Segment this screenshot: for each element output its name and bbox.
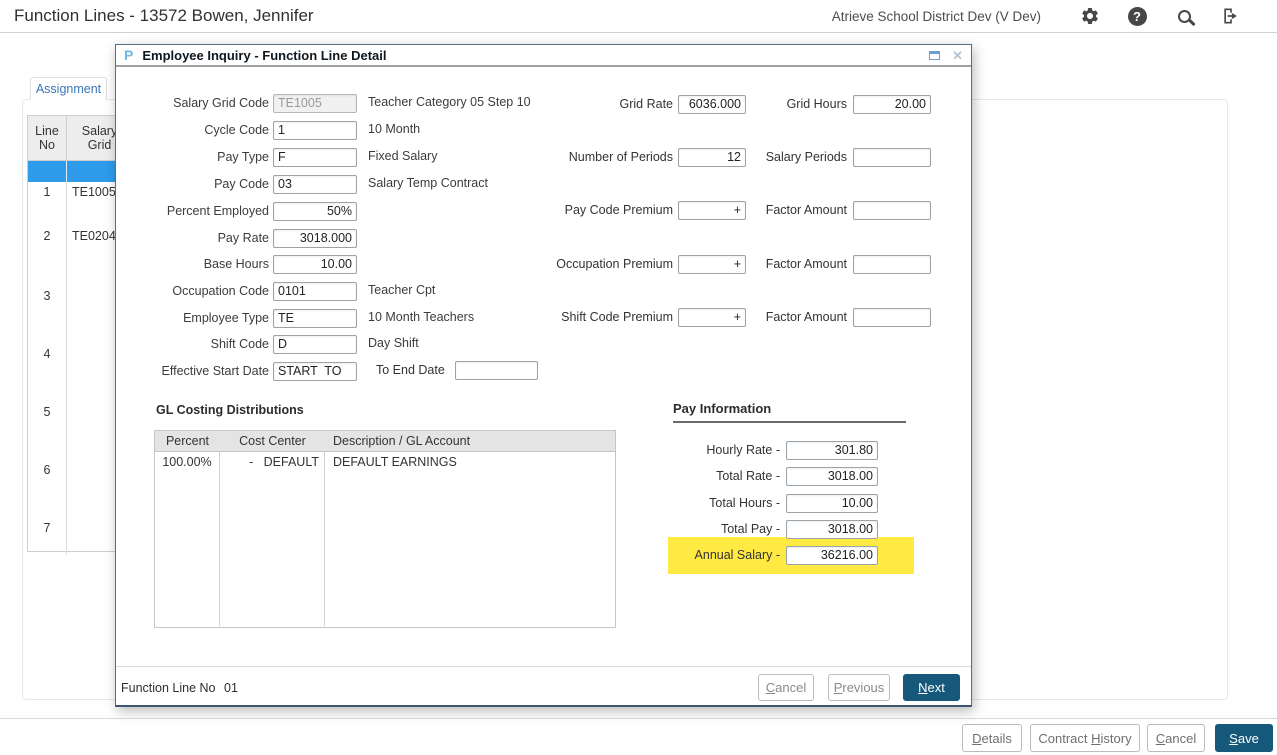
modal-footer-divider (116, 666, 971, 667)
base-hours-input[interactable] (273, 255, 357, 274)
cycle-code-input[interactable] (273, 121, 357, 140)
field-occupation-code: Occupation Code Teacher Cpt (124, 281, 764, 301)
pay-code-input[interactable] (273, 175, 357, 194)
end-date-input[interactable] (455, 361, 538, 380)
cancel-button[interactable]: Cancel (758, 674, 814, 701)
pay-rate-input[interactable] (273, 229, 357, 248)
number-of-periods-input[interactable] (678, 148, 746, 167)
factor-amount-input[interactable] (853, 308, 931, 327)
details-button[interactable]: Details (962, 724, 1022, 752)
field-hourly-rate: Hourly Rate - (668, 440, 918, 460)
shift-code-premium-input[interactable] (678, 308, 746, 327)
app-logo-icon: P (124, 47, 133, 63)
salary-grid-code-input[interactable] (273, 94, 357, 113)
total-rate-input[interactable] (786, 467, 878, 486)
save-button[interactable]: Save (1215, 724, 1273, 752)
previous-button[interactable]: Previous (828, 674, 890, 701)
col-header-line-no: LineNo (28, 116, 67, 160)
grid-hours-input[interactable] (853, 95, 931, 114)
annual-salary-input[interactable] (786, 546, 878, 565)
field-pay-rate: Pay Rate (124, 228, 764, 248)
field-shift-code-premium: Shift Code Premium Factor Amount (496, 307, 936, 327)
help-icon[interactable]: ? (1127, 6, 1147, 26)
to-end-date-label: To End Date (376, 363, 445, 377)
effective-start-date-input[interactable] (273, 362, 357, 381)
top-bar: Function Lines - 13572 Bowen, Jennifer A… (0, 0, 1277, 33)
page-title: Function Lines - 13572 Bowen, Jennifer (14, 6, 832, 26)
factor-amount-input[interactable] (853, 201, 931, 220)
total-pay-input[interactable] (786, 520, 878, 539)
percent-employed-input[interactable] (273, 202, 357, 221)
search-icon[interactable] (1174, 6, 1194, 26)
occupation-premium-input[interactable] (678, 255, 746, 274)
function-line-no-value: 01 (224, 681, 238, 695)
field-periods: Number of Periods Salary Periods (496, 147, 936, 167)
settings-icon[interactable] (1080, 6, 1100, 26)
hourly-rate-input[interactable] (786, 441, 878, 460)
bottom-action-bar: Details Contract History Cancel Save (0, 718, 1277, 755)
pay-type-input[interactable] (273, 148, 357, 167)
environment-name: Atrieve School District Dev (V Dev) (832, 9, 1041, 24)
field-cycle-code: Cycle Code 10 Month (124, 120, 764, 140)
salary-periods-input[interactable] (853, 148, 931, 167)
field-annual-salary: Annual Salary - (668, 545, 918, 565)
field-pay-code-premium: Pay Code Premium Factor Amount (496, 200, 936, 220)
close-icon[interactable]: ✕ (952, 49, 963, 62)
tab-assignment[interactable]: Assignment (30, 77, 107, 100)
logout-icon[interactable] (1221, 6, 1241, 26)
modal-title: Employee Inquiry - Function Line Detail (142, 48, 929, 63)
shift-code-input[interactable] (273, 335, 357, 354)
employee-inquiry-modal: P Employee Inquiry - Function Line Detai… (115, 44, 972, 707)
next-button[interactable]: Next (903, 674, 960, 701)
gl-costing-table: Percent Cost Center Description / GL Acc… (154, 430, 616, 628)
field-total-pay: Total Pay - (668, 519, 918, 539)
pay-information-title: Pay Information (673, 401, 906, 423)
occupation-code-input[interactable] (273, 282, 357, 301)
function-line-no-label: Function Line No (121, 681, 216, 695)
contract-history-button[interactable]: Contract History (1030, 724, 1140, 752)
gl-table-row[interactable]: 100.00% - DEFAULT DEFAULT EARNINGS (155, 452, 615, 626)
factor-amount-input[interactable] (853, 255, 931, 274)
field-total-rate: Total Rate - (668, 466, 918, 486)
field-shift-code: Shift Code Day Shift (124, 334, 764, 354)
maximize-icon[interactable] (929, 51, 940, 60)
cancel-button[interactable]: Cancel (1147, 724, 1205, 752)
top-bar-right: Atrieve School District Dev (V Dev) ? (832, 6, 1241, 26)
gl-table-header: Percent Cost Center Description / GL Acc… (155, 431, 615, 452)
modal-title-bar: P Employee Inquiry - Function Line Detai… (116, 45, 971, 67)
gl-costing-title: GL Costing Distributions (156, 403, 304, 417)
field-effective-dates: Effective Start Date To End Date (124, 361, 764, 381)
field-grid-rate-hours: Grid Rate Grid Hours (496, 94, 936, 114)
pay-code-premium-input[interactable] (678, 201, 746, 220)
field-occupation-premium: Occupation Premium Factor Amount (496, 254, 936, 274)
employee-type-input[interactable] (273, 309, 357, 328)
grid-rate-input[interactable] (678, 95, 746, 114)
field-pay-code: Pay Code Salary Temp Contract (124, 174, 764, 194)
total-hours-input[interactable] (786, 494, 878, 513)
field-total-hours: Total Hours - (668, 493, 918, 513)
